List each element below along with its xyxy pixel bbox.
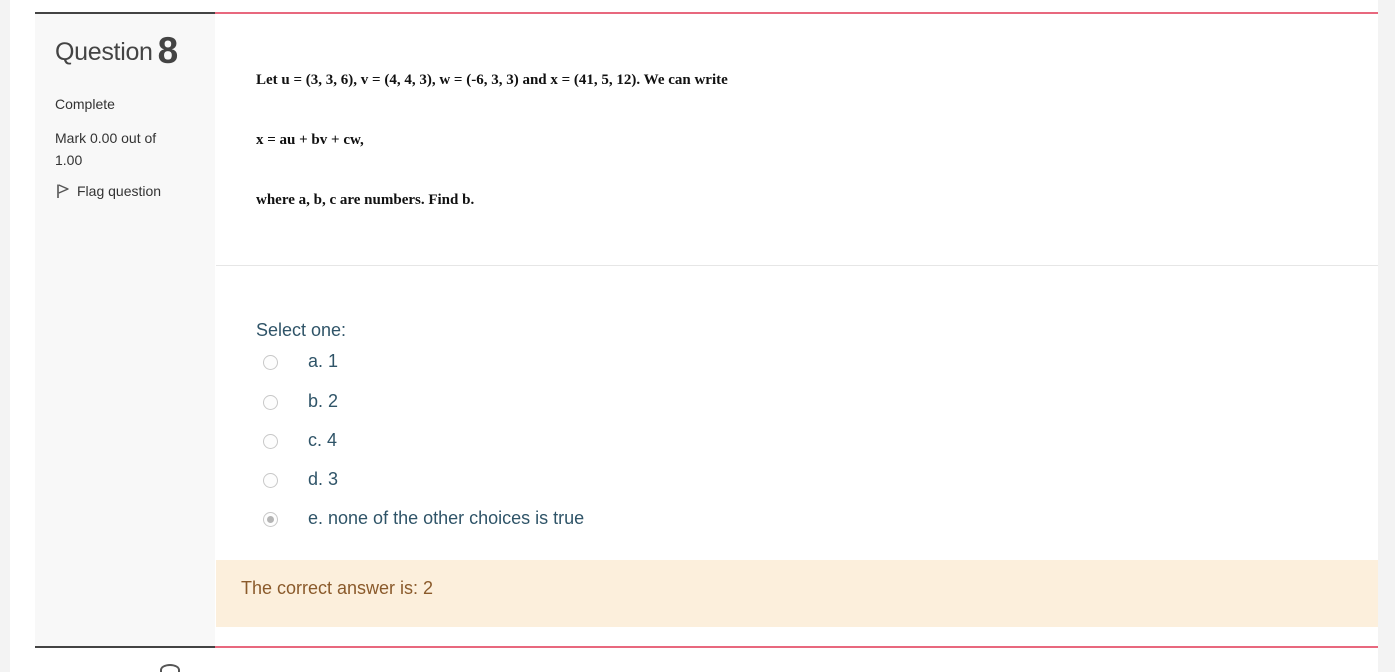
answer-radio-d[interactable] bbox=[263, 472, 278, 488]
quiz-review-page: Question 8 Complete Mark 0.00 out of 1.00… bbox=[0, 0, 1395, 672]
question-text-line-3: where a, b, c are numbers. Find b. bbox=[256, 192, 475, 208]
answer-option-c[interactable]: c. 4 bbox=[263, 430, 337, 451]
answer-radio-a[interactable] bbox=[263, 354, 278, 370]
right-answer-text: The correct answer is: 2 bbox=[241, 578, 434, 598]
answer-radio-e[interactable] bbox=[263, 511, 278, 527]
next-question-info-rule bbox=[35, 646, 215, 648]
question-state: Complete bbox=[55, 96, 115, 112]
answer-radio-c[interactable] bbox=[263, 433, 278, 449]
answer-option-d[interactable]: d. 3 bbox=[263, 469, 338, 490]
answer-label-c[interactable]: c. 4 bbox=[308, 430, 337, 451]
question-text-line-1: Let u = (3, 3, 6), v = (4, 4, 3), w = (-… bbox=[256, 72, 728, 88]
right-margin bbox=[1378, 0, 1395, 672]
left-margin bbox=[0, 0, 10, 672]
question-text-area: Let u = (3, 3, 6), v = (4, 4, 3), w = (-… bbox=[216, 14, 1378, 266]
next-question-content-rule bbox=[215, 646, 1378, 648]
flag-icon bbox=[55, 183, 71, 199]
answer-label-d[interactable]: d. 3 bbox=[308, 469, 338, 490]
answer-label-b[interactable]: b. 2 bbox=[308, 391, 338, 412]
select-one-prompt: Select one: bbox=[256, 320, 347, 340]
flag-question-link[interactable]: Flag question bbox=[55, 183, 161, 199]
answer-option-e[interactable]: e. none of the other choices is true bbox=[263, 508, 584, 529]
question-word: Question bbox=[55, 38, 153, 66]
question-grade: Mark 0.00 out of 1.00 bbox=[55, 130, 157, 168]
right-answer-feedback: The correct answer is: 2 bbox=[216, 560, 1378, 627]
question-info-panel: Question 8 Complete Mark 0.00 out of 1.00… bbox=[35, 14, 215, 647]
answer-label-a[interactable]: a. 1 bbox=[308, 351, 338, 372]
question-heading: Question 8 bbox=[55, 30, 178, 72]
question-number: 8 bbox=[157, 30, 179, 71]
next-question-number-peek bbox=[160, 664, 180, 672]
answer-label-e[interactable]: e. none of the other choices is true bbox=[308, 508, 584, 529]
answer-radio-b[interactable] bbox=[263, 394, 278, 410]
answer-block: Select one: a. 1 b. 2 c. 4 d. 3 e. none … bbox=[216, 266, 1378, 560]
flag-question-label: Flag question bbox=[77, 183, 162, 199]
question-bottom-spacer bbox=[216, 627, 1378, 647]
question-text-line-2: x = au + bv + cw, bbox=[256, 132, 364, 148]
answer-option-a[interactable]: a. 1 bbox=[263, 351, 338, 372]
answer-option-b[interactable]: b. 2 bbox=[263, 391, 338, 412]
